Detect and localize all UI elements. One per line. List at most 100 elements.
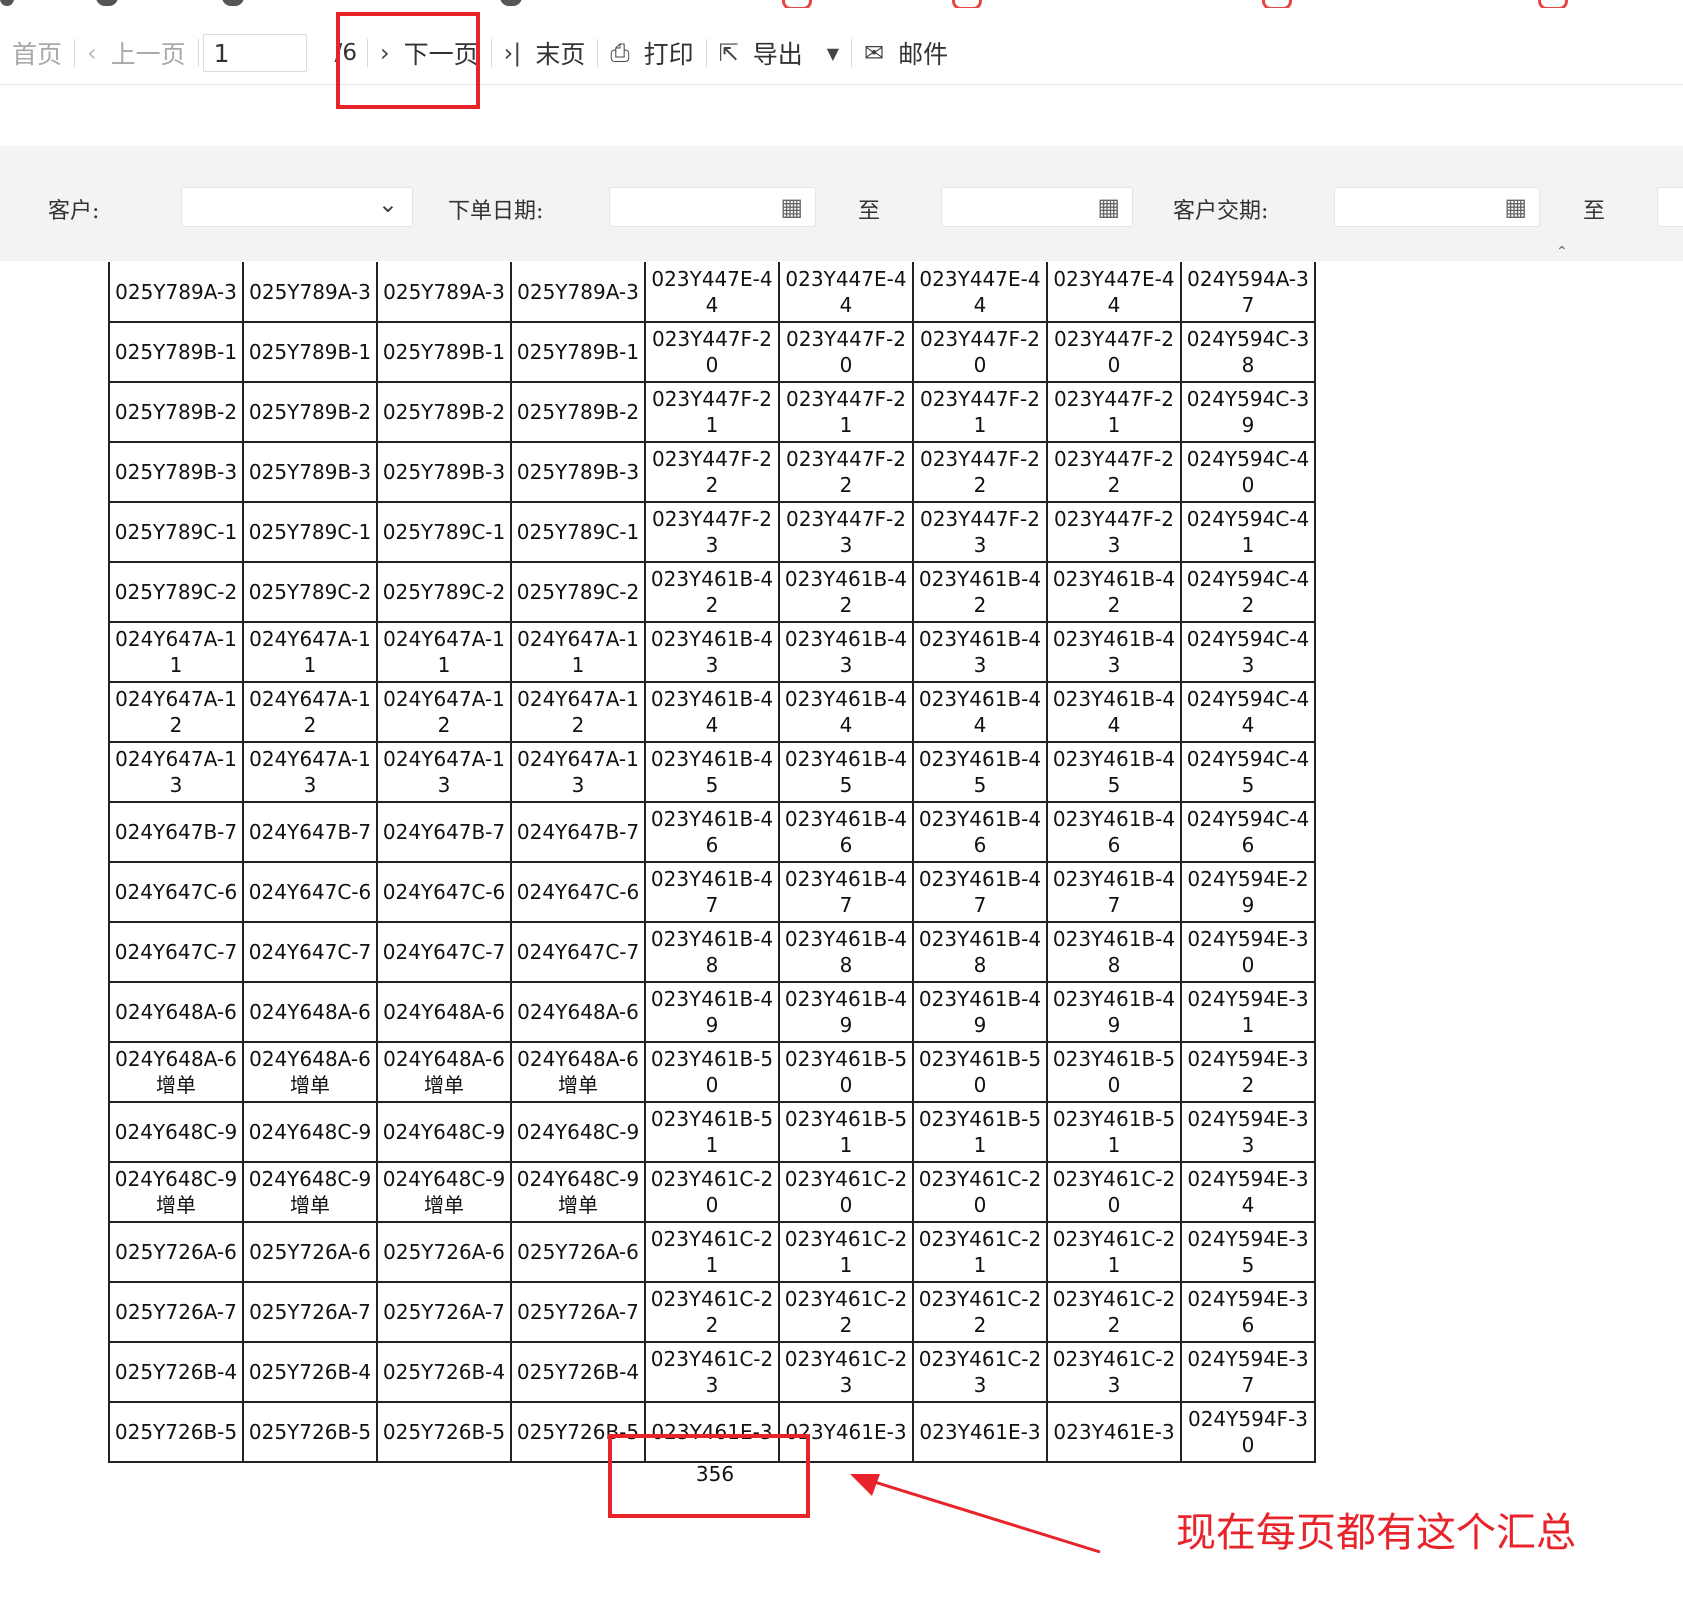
table-cell: 023Y461B-46 [644, 801, 780, 863]
customer-select[interactable]: ⌄ [181, 187, 413, 227]
menu-fragment [782, 0, 812, 8]
table-row: 024Y648C-9 024Y648C-9 024Y648C-9 024Y648C-9… [108, 1101, 1316, 1163]
table-cell: 023Y461C-22 [644, 1281, 780, 1343]
table-cell: 025Y789A-3 [242, 262, 378, 323]
last-page-label: 末页 [535, 40, 586, 69]
table-cell: 024Y594C-46 [1180, 801, 1316, 863]
table-row: 024Y647A-11 024Y647A-11 024Y647A-11 024Y647… [108, 621, 1316, 683]
table-cell: 023Y461B-49 [1046, 981, 1182, 1043]
print-button[interactable]: ⎙ 打印 [598, 22, 705, 84]
table-cell: 024Y647A-12 [376, 681, 512, 743]
table-cell: 024Y647C-7 [108, 921, 244, 983]
table-cell: 025Y726B-5 [376, 1401, 512, 1463]
export-button[interactable]: ⇱ 导出 ▼ [707, 22, 851, 84]
menu-fragment [1538, 0, 1568, 8]
order-date-end-input[interactable]: ▦ [941, 187, 1133, 227]
table-row: 024Y648A-6增单 024Y648A-6增单 024Y648A-6增单 024Y… [108, 1041, 1316, 1103]
table-cell: 023Y461B-47 [644, 861, 780, 923]
table-cell: 024Y648A-6增单 [510, 1041, 646, 1103]
table-cell: 023Y461B-49 [778, 981, 914, 1043]
table-cell: 024Y594C-38 [1180, 321, 1316, 383]
menu-fragment [500, 0, 522, 6]
order-date-start-input[interactable]: ▦ [609, 187, 816, 227]
table-cell: 023Y461B-44 [644, 681, 780, 743]
table-row: 024Y647A-12 024Y647A-12 024Y647A-12 024Y647… [108, 681, 1316, 743]
menu-fragment [1262, 0, 1292, 8]
table-cell: 024Y594E-33 [1180, 1101, 1316, 1163]
table-cell: 023Y461B-43 [1046, 621, 1182, 683]
table-cell: 023Y461B-43 [912, 621, 1048, 683]
table-cell: 025Y726A-6 [108, 1221, 244, 1283]
table-cell: 023Y447F-20 [912, 321, 1048, 383]
table-cell: 023Y461B-50 [1046, 1041, 1182, 1103]
table-cell: 024Y594E-35 [1180, 1221, 1316, 1283]
toolbar-divider [197, 39, 199, 67]
table-cell: 025Y789B-2 [510, 381, 646, 443]
first-page-button[interactable]: 首页 [0, 22, 74, 84]
table-cell: 023Y447E-44 [1046, 262, 1182, 323]
table-cell: 024Y594F-30 [1180, 1401, 1316, 1463]
table-cell: 025Y789A-3 [108, 262, 244, 323]
table-cell: 024Y647B-7 [242, 801, 378, 863]
table-cell: 023Y461C-23 [644, 1341, 780, 1403]
table-cell: 023Y461B-45 [644, 741, 780, 803]
table-cell: 023Y461B-42 [912, 561, 1048, 623]
calendar-icon[interactable]: ▦ [1504, 193, 1527, 221]
table-cell: 024Y594C-41 [1180, 501, 1316, 563]
table-cell: 024Y594C-44 [1180, 681, 1316, 743]
table-cell: 024Y647A-11 [510, 621, 646, 683]
calendar-icon[interactable]: ▦ [1097, 193, 1120, 221]
page-number-input[interactable] [202, 34, 307, 72]
table-cell: 023Y461B-51 [1046, 1101, 1182, 1163]
table-cell: 023Y447F-22 [912, 441, 1048, 503]
table-cell: 024Y594E-36 [1180, 1281, 1316, 1343]
table-cell: 025Y789B-3 [108, 441, 244, 503]
table-cell: 023Y461C-20 [778, 1161, 914, 1223]
table-cell: 023Y461B-44 [1046, 681, 1182, 743]
table-cell: 023Y461E-3 [1046, 1401, 1182, 1463]
table-cell: 023Y461B-50 [912, 1041, 1048, 1103]
delivery-date-start-input[interactable]: ▦ [1334, 187, 1540, 227]
table-cell: 023Y447F-20 [644, 321, 780, 383]
table-cell: 024Y648A-6增单 [108, 1041, 244, 1103]
table-cell: 023Y461B-48 [912, 921, 1048, 983]
prev-page-button[interactable]: ‹ 上一页 [75, 22, 198, 84]
table-row: 024Y647A-13 024Y647A-13 024Y647A-13 024Y647… [108, 741, 1316, 803]
table-cell: 023Y461B-45 [778, 741, 914, 803]
export-icon: ⇱ [718, 39, 739, 67]
table-cell: 024Y647A-13 [376, 741, 512, 803]
table-cell: 025Y789B-3 [242, 441, 378, 503]
table-cell: 024Y647C-6 [108, 861, 244, 923]
table-cell: 024Y648A-6 [108, 981, 244, 1043]
table-cell: 023Y461B-47 [778, 861, 914, 923]
table-cell: 025Y726B-5 [108, 1401, 244, 1463]
table-cell: 023Y461B-46 [1046, 801, 1182, 863]
table-cell: 024Y648C-9增单 [376, 1161, 512, 1223]
table-cell: 025Y789B-1 [108, 321, 244, 383]
table-cell: 023Y461C-22 [778, 1281, 914, 1343]
table-row: 025Y726A-7 025Y726A-7 025Y726A-7 025Y726A-7… [108, 1281, 1316, 1343]
table-cell: 024Y594E-37 [1180, 1341, 1316, 1403]
delivery-date-to-label: 至 [1583, 199, 1606, 224]
calendar-icon[interactable]: ▦ [780, 193, 803, 221]
table-cell: 023Y461B-43 [644, 621, 780, 683]
table-cell: 025Y726A-6 [242, 1221, 378, 1283]
table-cell: 024Y648A-6增单 [376, 1041, 512, 1103]
table-cell: 025Y789C-1 [242, 501, 378, 563]
delivery-date-end-input[interactable] [1657, 187, 1683, 227]
caret-down-icon[interactable]: ▼ [827, 44, 839, 63]
table-cell: 023Y461B-49 [644, 981, 780, 1043]
table-row: 024Y648A-6 024Y648A-6 024Y648A-6 024Y648A-6… [108, 981, 1316, 1043]
table-cell: 025Y789B-1 [242, 321, 378, 383]
table-cell: 025Y789C-2 [510, 561, 646, 623]
table-cell: 025Y789C-2 [376, 561, 512, 623]
table-cell: 025Y789C-1 [510, 501, 646, 563]
mail-button[interactable]: ✉ 邮件 [852, 22, 960, 84]
menu-fragment [0, 0, 14, 6]
table-cell: 024Y647C-7 [510, 921, 646, 983]
collapse-up-icon[interactable]: ⌃ [1556, 244, 1568, 260]
table-cell: 023Y447F-22 [778, 441, 914, 503]
table-cell: 023Y461C-21 [912, 1221, 1048, 1283]
last-page-button[interactable]: ›| 末页 [492, 22, 598, 84]
table-cell: 024Y647A-13 [108, 741, 244, 803]
